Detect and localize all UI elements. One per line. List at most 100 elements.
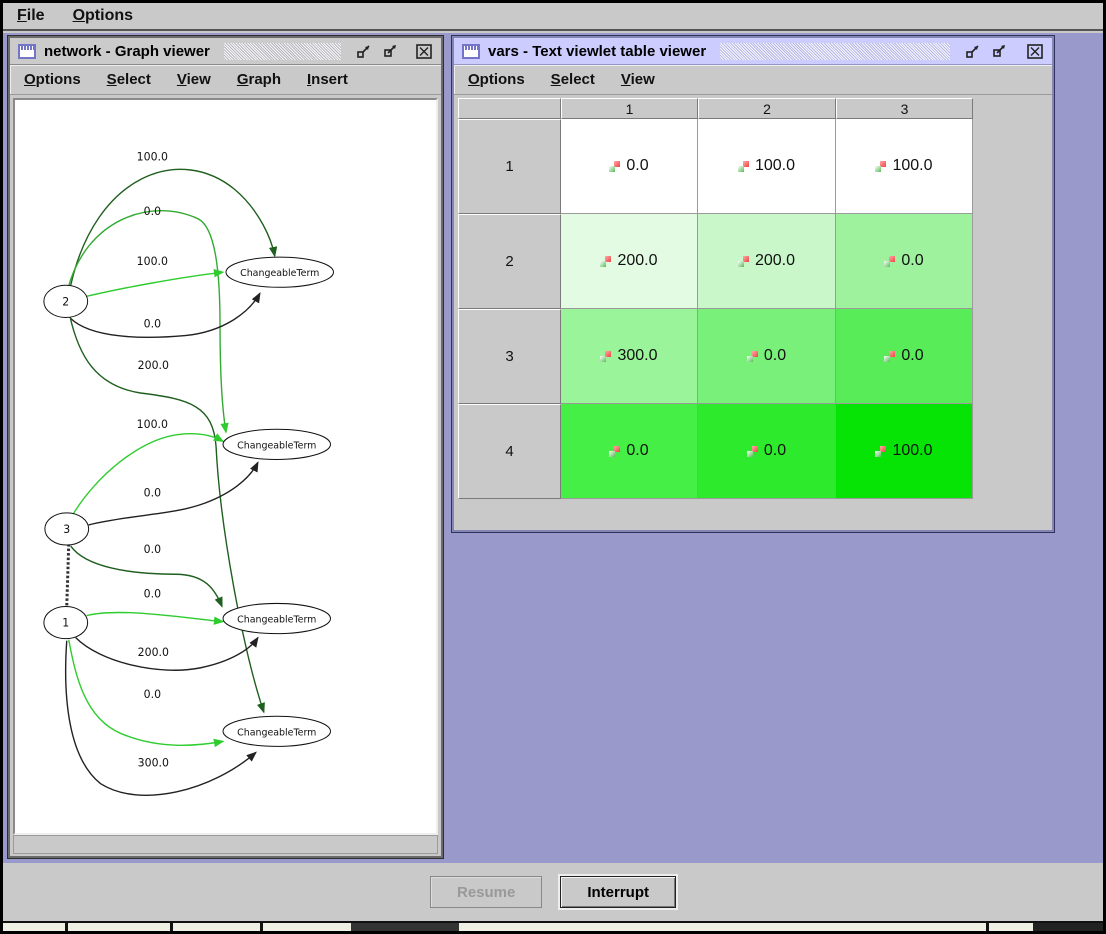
value-icon [875,161,886,172]
column-header[interactable]: 3 [836,98,973,119]
edge-label: 100.0 [137,418,168,431]
table-corner-cell [458,98,561,119]
table-viewer-window: vars - Text viewlet table viewer Options… [452,36,1054,532]
graph-node-label: 1 [62,617,69,630]
row-header[interactable]: 2 [458,214,561,309]
close-icon[interactable] [1026,43,1044,59]
graph-edge[interactable] [71,293,260,337]
strip-block [1033,923,1103,931]
graph-edge[interactable] [73,434,223,515]
table-cell[interactable]: 300.0 [561,309,698,404]
graph-canvas-frame: 100.0 0.0 100.0 0.0 200.0 100.0 0.0 0.0 … [13,98,438,835]
menu-options[interactable]: Options [73,7,133,25]
cell-value: 0.0 [626,157,648,175]
desktop-pane: network - Graph viewer Options Select Vi… [3,33,1103,863]
cell-value: 0.0 [626,442,648,460]
table-menu-options[interactable]: Options [468,71,525,88]
window-icon [18,44,36,59]
value-icon [600,351,611,362]
resume-button[interactable]: Resume [430,876,542,908]
value-icon [747,446,758,457]
value-icon [738,256,749,267]
table-cell[interactable]: 200.0 [698,214,836,309]
strip-block [351,923,459,931]
graph-edge[interactable] [66,641,256,796]
table-cell[interactable]: 0.0 [836,309,973,404]
cell-value: 100.0 [755,157,795,175]
titlebar-texture [224,43,341,60]
table-cell[interactable]: 0.0 [698,404,836,499]
bottom-edge-strip [3,921,1103,931]
strip-tick [170,923,173,931]
table-cell[interactable]: 0.0 [698,309,836,404]
edge-label: 0.0 [144,543,161,556]
edge-label: 200.0 [138,646,169,659]
graph-window-titlebar[interactable]: network - Graph viewer [10,38,441,65]
row-header[interactable]: 1 [458,119,561,214]
value-icon [884,351,895,362]
edge-label: 100.0 [137,255,168,268]
table-cell[interactable]: 0.0 [561,404,698,499]
column-header[interactable]: 1 [561,98,698,119]
minimize-icon[interactable] [964,43,982,59]
values-table: 1 2 3 1 0.0 100.0 100.0 2 200.0 200.0 0.… [458,98,973,499]
table-area: 1 2 3 1 0.0 100.0 100.0 2 200.0 200.0 0.… [454,95,1052,530]
edge-label: 300.0 [138,756,169,769]
graph-menu-options[interactable]: Options [24,71,81,88]
column-header[interactable]: 2 [698,98,836,119]
table-menu-select[interactable]: Select [551,71,595,88]
table-menu-view[interactable]: View [621,71,655,88]
cell-value: 100.0 [892,157,932,175]
table-cell[interactable]: 0.0 [561,119,698,214]
cell-value: 0.0 [764,442,786,460]
table-window-titlebar[interactable]: vars - Text viewlet table viewer [454,38,1052,65]
graph-node-label: ChangeableTerm [237,615,316,626]
titlebar-texture [720,43,950,60]
graph-edge[interactable] [87,612,223,621]
table-cell[interactable]: 0.0 [836,214,973,309]
graph-canvas[interactable]: 100.0 0.0 100.0 0.0 200.0 100.0 0.0 0.0 … [15,100,436,833]
edge-label: 100.0 [137,150,168,163]
cell-value: 200.0 [617,252,657,270]
value-icon [609,446,620,457]
value-icon [738,161,749,172]
value-icon [609,161,620,172]
graph-window-title: network - Graph viewer [44,43,210,60]
table-cell[interactable]: 200.0 [561,214,698,309]
cell-value: 0.0 [764,347,786,365]
interrupt-button[interactable]: Interrupt [560,876,676,908]
value-icon [884,256,895,267]
graph-edge[interactable] [87,272,223,296]
graph-menu-select[interactable]: Select [107,71,151,88]
strip-tick [260,923,263,931]
graph-menu-view[interactable]: View [177,71,211,88]
graph-window-menubar: Options Select View Graph Insert [10,65,441,95]
menu-file[interactable]: File [17,7,45,25]
cell-value: 0.0 [901,252,923,270]
graph-menu-insert[interactable]: Insert [307,71,348,88]
graph-viewer-window: network - Graph viewer Options Select Vi… [8,36,443,858]
cell-value: 200.0 [755,252,795,270]
table-cell[interactable]: 100.0 [836,119,973,214]
maximize-icon[interactable] [990,43,1008,59]
maximize-icon[interactable] [381,43,399,59]
row-header[interactable]: 3 [458,309,561,404]
value-icon [600,256,611,267]
footer-toolbar: Resume Interrupt [3,863,1103,921]
window-icon [462,44,480,59]
edge-label: 0.0 [144,205,161,218]
row-header[interactable]: 4 [458,404,561,499]
graph-node-label: 3 [63,523,70,536]
edge-label: 0.0 [144,587,161,600]
cell-value: 100.0 [892,442,932,460]
table-cell[interactable]: 100.0 [698,119,836,214]
graph-node-label: ChangeableTerm [240,268,319,279]
minimize-icon[interactable] [355,43,373,59]
table-cell[interactable]: 100.0 [836,404,973,499]
application-window: File Options network - Graph viewer [3,3,1103,931]
close-icon[interactable] [415,43,433,59]
graph-edge[interactable] [89,462,258,524]
table-window-title: vars - Text viewlet table viewer [488,43,706,60]
graph-node-label: 2 [62,295,69,308]
graph-menu-graph[interactable]: Graph [237,71,281,88]
